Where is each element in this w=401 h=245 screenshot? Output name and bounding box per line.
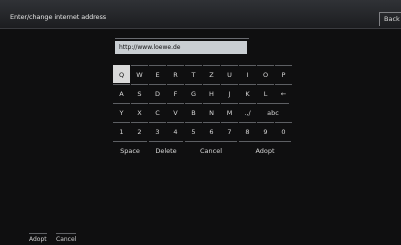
- browser-screen: Enter/change internet address Back Q W E…: [0, 0, 401, 245]
- key-8[interactable]: 8: [239, 122, 256, 140]
- key-w[interactable]: W: [131, 65, 148, 83]
- key-delete[interactable]: Delete: [149, 141, 183, 159]
- key-punctuation[interactable]: .,/: [239, 103, 256, 121]
- key-4[interactable]: 4: [167, 122, 184, 140]
- key-1[interactable]: 1: [113, 122, 130, 140]
- key-i[interactable]: I: [239, 65, 256, 83]
- key-d[interactable]: D: [149, 84, 166, 102]
- key-c[interactable]: C: [149, 103, 166, 121]
- adopt-button[interactable]: Adopt: [29, 233, 47, 243]
- key-r[interactable]: R: [167, 65, 184, 83]
- key-abc[interactable]: abc: [257, 103, 289, 121]
- key-0[interactable]: 0: [275, 122, 292, 140]
- key-m[interactable]: M: [221, 103, 238, 121]
- key-j[interactable]: J: [221, 84, 238, 102]
- key-v[interactable]: V: [167, 103, 184, 121]
- key-p[interactable]: P: [275, 65, 292, 83]
- key-l[interactable]: L: [257, 84, 274, 102]
- key-3[interactable]: 3: [149, 122, 166, 140]
- key-s[interactable]: S: [131, 84, 148, 102]
- key-t[interactable]: T: [185, 65, 202, 83]
- key-cancel[interactable]: Cancel: [185, 141, 237, 159]
- key-2[interactable]: 2: [131, 122, 148, 140]
- key-f[interactable]: F: [167, 84, 184, 102]
- key-q[interactable]: Q: [113, 65, 130, 83]
- key-9[interactable]: 9: [257, 122, 274, 140]
- key-z[interactable]: Z: [203, 65, 220, 83]
- key-e[interactable]: E: [149, 65, 166, 83]
- key-o[interactable]: O: [257, 65, 274, 83]
- key-6[interactable]: 6: [203, 122, 220, 140]
- key-7[interactable]: 7: [221, 122, 238, 140]
- key-5[interactable]: 5: [185, 122, 202, 140]
- key-space[interactable]: Space: [113, 141, 147, 159]
- key-h[interactable]: H: [203, 84, 220, 102]
- key-backspace-icon[interactable]: ←: [275, 84, 292, 102]
- key-u[interactable]: U: [221, 65, 238, 83]
- key-x[interactable]: X: [131, 103, 148, 121]
- key-n[interactable]: N: [203, 103, 220, 121]
- key-y[interactable]: Y: [113, 103, 130, 121]
- on-screen-keyboard: Q W E R T Z U I O P A S D F G H J K L ← …: [0, 0, 401, 245]
- cancel-button[interactable]: Cancel: [56, 233, 77, 243]
- key-b[interactable]: B: [185, 103, 202, 121]
- key-adopt[interactable]: Adopt: [239, 141, 291, 159]
- key-k[interactable]: K: [239, 84, 256, 102]
- key-g[interactable]: G: [185, 84, 202, 102]
- key-a[interactable]: A: [113, 84, 130, 102]
